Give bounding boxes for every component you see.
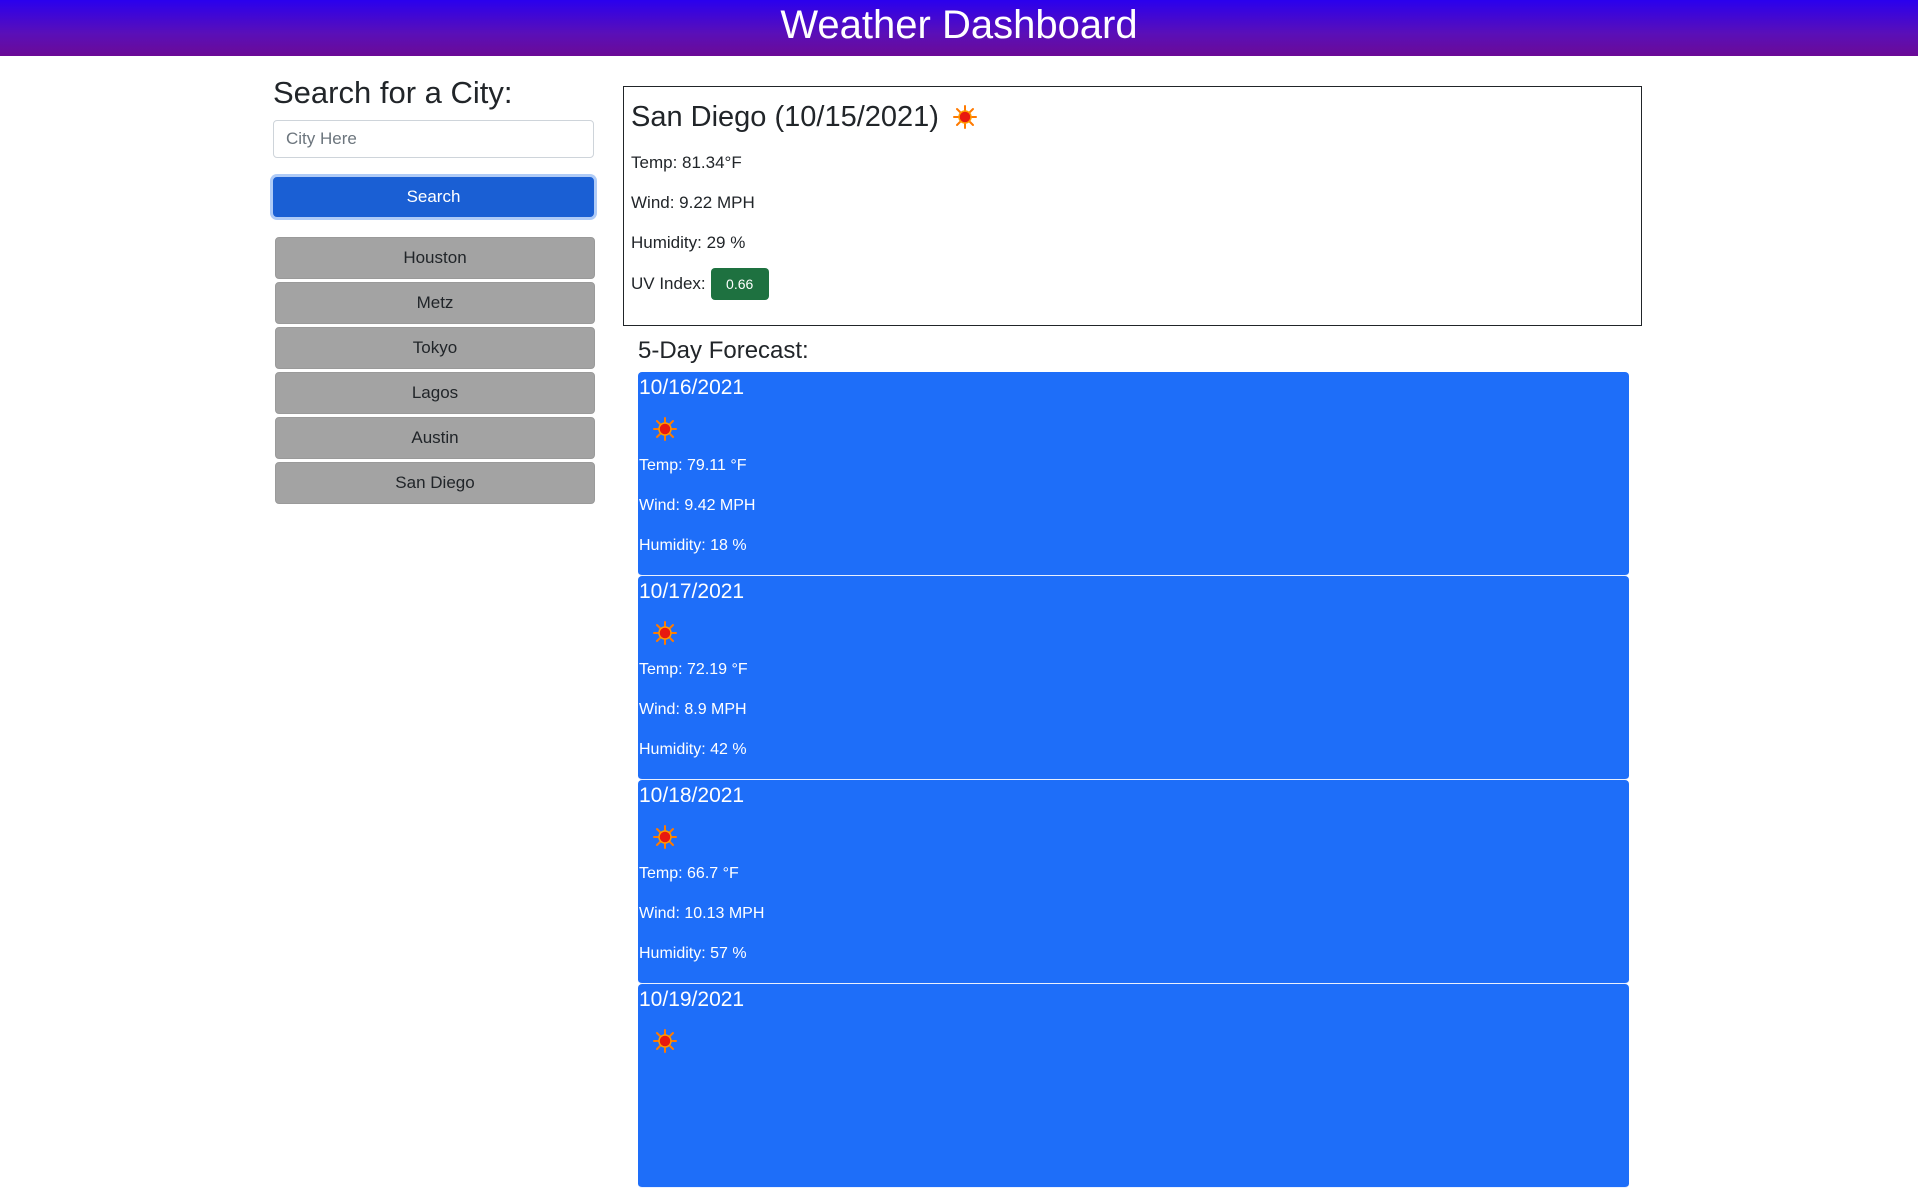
search-heading: Search for a City: — [273, 75, 513, 110]
forecast-humidity: Humidity: 18 % — [639, 537, 747, 554]
uv-index-badge: 0.66 — [710, 268, 769, 300]
forecast-heading: 5-Day Forecast: — [638, 337, 809, 364]
history-button-tokyo[interactable]: Tokyo — [275, 327, 595, 369]
uv-index-label: UV Index: — [631, 274, 706, 293]
forecast-card: 10/19/2021 — [638, 984, 1629, 1188]
search-button[interactable]: Search — [273, 177, 594, 217]
sun-icon — [653, 1029, 677, 1053]
forecast-wind: Wind: 10.13 MPH — [639, 905, 765, 922]
app-header: Weather Dashboard — [0, 0, 1918, 56]
forecast-date: 10/16/2021 — [639, 376, 745, 399]
history-button-metz[interactable]: Metz — [275, 282, 595, 324]
forecast-card: 10/18/2021 Temp: 66.7 °F Wind: 10.13 MPH… — [638, 780, 1629, 984]
current-wind: Wind: 9.22 MPH — [631, 193, 755, 212]
page-title: Weather Dashboard — [780, 3, 1138, 47]
forecast-temp: Temp: 66.7 °F — [639, 865, 739, 882]
forecast-date: 10/17/2021 — [639, 580, 745, 603]
forecast-card: 10/17/2021 Temp: 72.19 °F Wind: 8.9 MPH … — [638, 576, 1629, 780]
sun-icon — [653, 621, 677, 645]
history-button-lagos[interactable]: Lagos — [275, 372, 595, 414]
history-button-houston[interactable]: Houston — [275, 237, 595, 279]
current-humidity: Humidity: 29 % — [631, 233, 746, 252]
city-search-input[interactable] — [273, 120, 594, 158]
forecast-list: 10/16/2021 Temp: 79.11 °F Wind: 9.42 MPH… — [638, 372, 1629, 1188]
forecast-wind: Wind: 8.9 MPH — [639, 701, 747, 718]
forecast-card: 10/16/2021 Temp: 79.11 °F Wind: 9.42 MPH… — [638, 372, 1629, 576]
history-button-san-diego[interactable]: San Diego — [275, 462, 595, 504]
current-weather-title: San Diego (10/15/2021) — [631, 100, 1641, 134]
current-weather-card: San Diego (10/15/2021) Temp: 81.34°F Win… — [623, 86, 1642, 326]
forecast-temp: Temp: 72.19 °F — [639, 661, 748, 678]
forecast-humidity: Humidity: 57 % — [639, 945, 747, 962]
sun-icon — [653, 825, 677, 849]
forecast-date: 10/19/2021 — [639, 988, 745, 1011]
forecast-humidity: Humidity: 42 % — [639, 741, 747, 758]
search-sidebar: Search for a City: Search Houston Metz T… — [273, 74, 595, 507]
history-button-austin[interactable]: Austin — [275, 417, 595, 459]
current-city-date: San Diego (10/15/2021) — [631, 101, 939, 133]
uv-index-row: UV Index: 0.66 — [631, 268, 1641, 300]
current-temp: Temp: 81.34°F — [631, 153, 742, 172]
forecast-date: 10/18/2021 — [639, 784, 745, 807]
search-history-list: Houston Metz Tokyo Lagos Austin San Dieg… — [275, 237, 595, 504]
sun-icon — [653, 417, 677, 441]
forecast-temp: Temp: 79.11 °F — [639, 457, 747, 474]
sun-icon — [952, 105, 977, 129]
forecast-wind: Wind: 9.42 MPH — [639, 497, 756, 514]
